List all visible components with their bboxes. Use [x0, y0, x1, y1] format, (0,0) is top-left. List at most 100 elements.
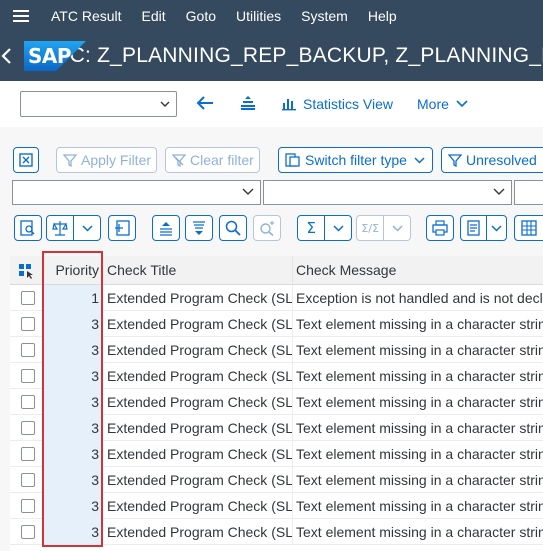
chevron-down-icon	[392, 224, 403, 232]
arrow-left-icon[interactable]	[196, 96, 214, 110]
row-checkbox[interactable]	[21, 343, 35, 357]
table-row[interactable]: 3 Extended Program Check (SLIN) Text ele…	[10, 337, 543, 363]
hierarchy-icon[interactable]	[240, 95, 256, 111]
column-header-check-title[interactable]: Check Title	[103, 256, 293, 285]
priority-cell: 3	[43, 311, 103, 337]
switch-filter-type-button[interactable]: Switch filter type	[278, 147, 433, 173]
apply-filter-button[interactable]: Apply Filter	[56, 147, 157, 173]
column-header-check-message[interactable]: Check Message	[293, 256, 543, 285]
filter-select-3[interactable]	[514, 180, 543, 205]
check-message-cell: Text element missing in a character stri…	[296, 342, 543, 358]
layout-button[interactable]	[514, 215, 543, 241]
find-next-button[interactable]	[253, 215, 281, 241]
details-button[interactable]	[14, 215, 42, 241]
row-checkbox[interactable]	[21, 525, 35, 539]
print-button[interactable]	[426, 215, 454, 241]
chevron-down-icon	[160, 101, 170, 107]
row-checkbox[interactable]	[21, 291, 35, 305]
hamburger-menu-icon[interactable]	[0, 0, 42, 31]
apply-filter-label: Apply Filter	[81, 152, 152, 168]
menu-system[interactable]: System	[301, 8, 348, 24]
row-checkbox[interactable]	[21, 369, 35, 383]
row-select-cell	[10, 467, 43, 493]
priority-cell: 1	[43, 285, 103, 311]
more-button[interactable]: More	[417, 96, 449, 112]
back-button[interactable]	[0, 31, 14, 81]
table-row[interactable]: 3 Extended Program Check (SLIN) Text ele…	[10, 311, 543, 337]
filter-select-1[interactable]	[12, 180, 261, 205]
row-select-cell	[10, 441, 43, 467]
check-message-cell: Text element missing in a character stri…	[296, 316, 543, 332]
clear-filter-label: Clear filter	[190, 152, 254, 168]
row-checkbox[interactable]	[21, 317, 35, 331]
add-button[interactable]	[108, 215, 136, 241]
sort-descending-icon	[193, 221, 205, 235]
row-select-cell	[10, 519, 43, 545]
row-select-cell	[10, 389, 43, 415]
more-chevron-icon	[456, 100, 468, 108]
close-filter-button[interactable]	[13, 147, 39, 173]
menu-bar: ATC Result Edit Goto Utilities System He…	[0, 0, 543, 31]
table-row[interactable]: 3 Extended Program Check (SLIN) Text ele…	[10, 467, 543, 493]
select-all-cell[interactable]	[10, 256, 43, 285]
page-title: ATC: Z_PLANNING_REP_BACKUP, Z_PLANNING_R…	[44, 44, 543, 67]
table-header: Priority Check Title Check Message	[10, 256, 543, 285]
row-checkbox[interactable]	[21, 395, 35, 409]
statistics-view-button[interactable]: Statistics View	[303, 96, 393, 112]
export-menu-button[interactable]	[460, 215, 507, 241]
check-title-cell: Extended Program Check (SLIN)	[103, 311, 293, 337]
row-select-cell	[10, 285, 43, 311]
menu-help[interactable]: Help	[368, 8, 397, 24]
details-icon	[20, 220, 35, 236]
table-row[interactable]: 3 Extended Program Check (SLIN) Text ele…	[10, 389, 543, 415]
row-select-cell	[10, 363, 43, 389]
menu-goto[interactable]: Goto	[186, 8, 216, 24]
switch-filter-type-label: Switch filter type	[305, 152, 407, 168]
check-message-cell: Text element missing in a character stri…	[296, 368, 543, 384]
search-icon	[225, 220, 241, 236]
table-row[interactable]: 3 Extended Program Check (SLIN) Text ele…	[10, 441, 543, 467]
menu-utilities[interactable]: Utilities	[236, 8, 281, 24]
row-checkbox[interactable]	[21, 421, 35, 435]
chevron-down-icon	[333, 224, 344, 232]
printer-icon	[432, 220, 448, 236]
row-checkbox[interactable]	[21, 447, 35, 461]
find-button[interactable]	[219, 215, 247, 241]
clear-filter-button[interactable]: Clear filter	[165, 147, 260, 173]
balance-menu-button[interactable]	[46, 215, 101, 241]
row-select-cell	[10, 493, 43, 519]
priority-cell: 3	[43, 337, 103, 363]
table-row[interactable]: 3 Extended Program Check (SLIN) Text ele…	[10, 363, 543, 389]
sort-ascending-icon	[160, 222, 172, 236]
grid-layout-icon	[521, 220, 537, 236]
check-title-cell: Extended Program Check (SLIN)	[103, 467, 293, 493]
column-header-priority[interactable]: Priority	[43, 256, 103, 285]
table-row[interactable]: 3 Extended Program Check (SLIN) Text ele…	[10, 519, 543, 545]
menu-edit[interactable]: Edit	[142, 8, 166, 24]
table-row[interactable]: 1 Extended Program Check (SLIN) Exceptio…	[10, 285, 543, 311]
column-select-icon	[19, 263, 33, 279]
filter-select-2[interactable]	[263, 180, 512, 205]
menu-atc-result[interactable]: ATC Result	[51, 8, 122, 24]
chevron-down-icon	[491, 224, 502, 232]
subtotal-menu-button[interactable]: Σ/Σ	[356, 215, 411, 241]
check-title-cell: Extended Program Check (SLIN)	[103, 493, 293, 519]
total-menu-button[interactable]: Σ	[297, 215, 352, 241]
sap-logo-text: SAP	[28, 44, 72, 68]
search-plus-icon	[260, 221, 274, 236]
sort-ascending-button[interactable]	[152, 215, 180, 241]
check-title-cell: Extended Program Check (SLIN)	[103, 337, 293, 363]
priority-cell: 3	[43, 415, 103, 441]
variant-dropdown[interactable]	[20, 91, 177, 117]
unresolved-filter-button[interactable]: Unresolved	[441, 147, 543, 173]
sort-descending-button[interactable]	[185, 215, 213, 241]
row-checkbox[interactable]	[21, 499, 35, 513]
filter-icon	[448, 154, 462, 167]
table-row[interactable]: 3 Extended Program Check (SLIN) Text ele…	[10, 493, 543, 519]
export-icon	[466, 220, 480, 236]
close-box-icon	[19, 153, 33, 167]
row-select-cell	[10, 337, 43, 363]
table-row[interactable]: 3 Extended Program Check (SLIN) Text ele…	[10, 415, 543, 441]
row-checkbox[interactable]	[21, 473, 35, 487]
switch-icon	[285, 153, 300, 167]
